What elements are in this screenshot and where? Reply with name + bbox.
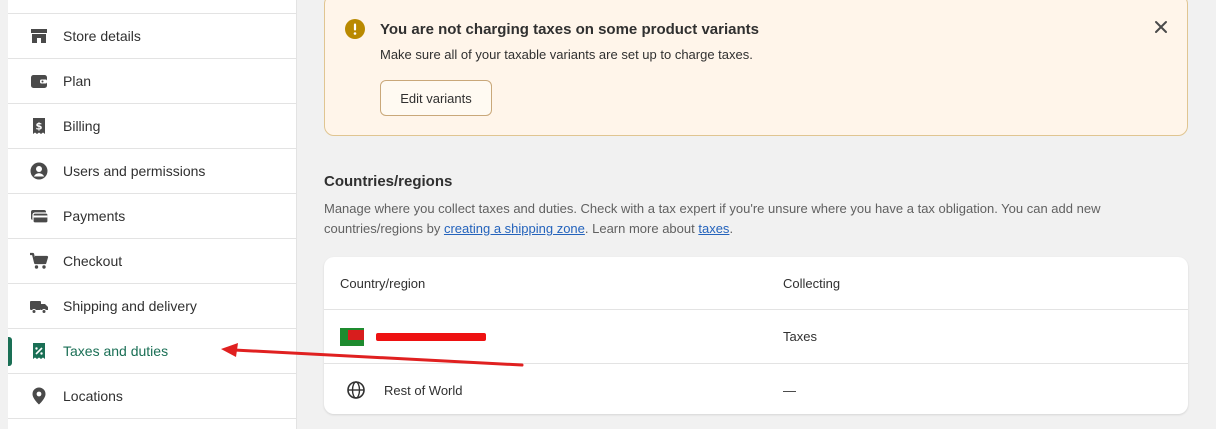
location-pin-icon — [29, 386, 49, 406]
credit-card-icon — [29, 206, 49, 226]
banner-body: Make sure all of your taxable variants a… — [380, 47, 753, 62]
country-cell: Rest of World — [324, 380, 783, 400]
sidebar-item-label: Store details — [63, 28, 141, 44]
truck-icon — [29, 296, 49, 316]
sidebar-item-locations[interactable]: Locations — [8, 374, 296, 419]
sidebar-item-taxes[interactable]: Taxes and duties — [8, 329, 296, 374]
dollar-receipt-icon: $ — [29, 116, 49, 136]
tax-warning-banner: You are not charging taxes on some produ… — [324, 0, 1188, 136]
redaction-mark — [376, 332, 486, 341]
sidebar-item-label: Checkout — [63, 253, 123, 269]
country-cell — [324, 327, 783, 346]
sidebar-item-label: Shipping and delivery — [63, 298, 197, 314]
sidebar-item-label: Locations — [63, 388, 123, 404]
sidebar-item-checkout[interactable]: Checkout — [8, 239, 296, 284]
sidebar-item-store-details[interactable]: Store details — [8, 14, 296, 59]
tax-receipt-icon — [29, 341, 49, 361]
description-text: . — [729, 221, 734, 236]
close-icon[interactable] — [1153, 19, 1169, 35]
countries-table: Country/region Collecting Taxes Rest of … — [324, 257, 1188, 414]
column-header-collecting: Collecting — [783, 275, 841, 291]
sidebar-item-label: Taxes and duties — [63, 343, 169, 359]
store-icon — [29, 26, 49, 46]
section-title: Countries/regions — [324, 173, 453, 190]
table-row[interactable]: Rest of World — — [324, 363, 1188, 416]
sidebar-item-label: Payments — [63, 208, 126, 224]
warning-icon — [345, 19, 365, 39]
sidebar-item-payments[interactable]: Payments — [8, 194, 296, 239]
cart-icon — [29, 251, 49, 271]
description-text: . Learn more about — [584, 221, 699, 236]
sidebar-item-label: Billing — [63, 118, 101, 134]
sidebar-item-shipping[interactable]: Shipping and delivery — [8, 284, 296, 329]
collecting-cell: Taxes — [783, 329, 817, 344]
column-header-country: Country/region — [340, 275, 426, 291]
settings-sidebar: Store details Plan $ Billing Users and p… — [8, 0, 297, 429]
wallet-icon — [29, 71, 49, 91]
sidebar-top-spacer — [8, 0, 296, 14]
banner-title: You are not charging taxes on some produ… — [380, 21, 759, 38]
globe-icon — [347, 381, 365, 399]
section-description: Manage where you collect taxes and dutie… — [324, 199, 1184, 239]
country-name: Rest of World — [384, 382, 463, 398]
table-row[interactable]: Taxes — [324, 310, 1188, 363]
taxes-link[interactable]: taxes — [698, 221, 729, 236]
table-header: Country/region Collecting — [324, 257, 1188, 310]
svg-text:$: $ — [36, 122, 43, 133]
sidebar-item-plan[interactable]: Plan — [8, 59, 296, 104]
flag-icon — [340, 327, 364, 346]
user-circle-icon — [29, 161, 49, 181]
collecting-cell: — — [783, 382, 796, 398]
edit-variants-button[interactable]: Edit variants — [380, 80, 492, 116]
sidebar-item-users[interactable]: Users and permissions — [8, 149, 296, 194]
creating-shipping-zone-link[interactable]: creating a shipping zone — [444, 221, 585, 236]
sidebar-item-label: Users and permissions — [63, 163, 206, 179]
sidebar-item-billing[interactable]: $ Billing — [8, 104, 296, 149]
sidebar-item-label: Plan — [63, 73, 92, 89]
